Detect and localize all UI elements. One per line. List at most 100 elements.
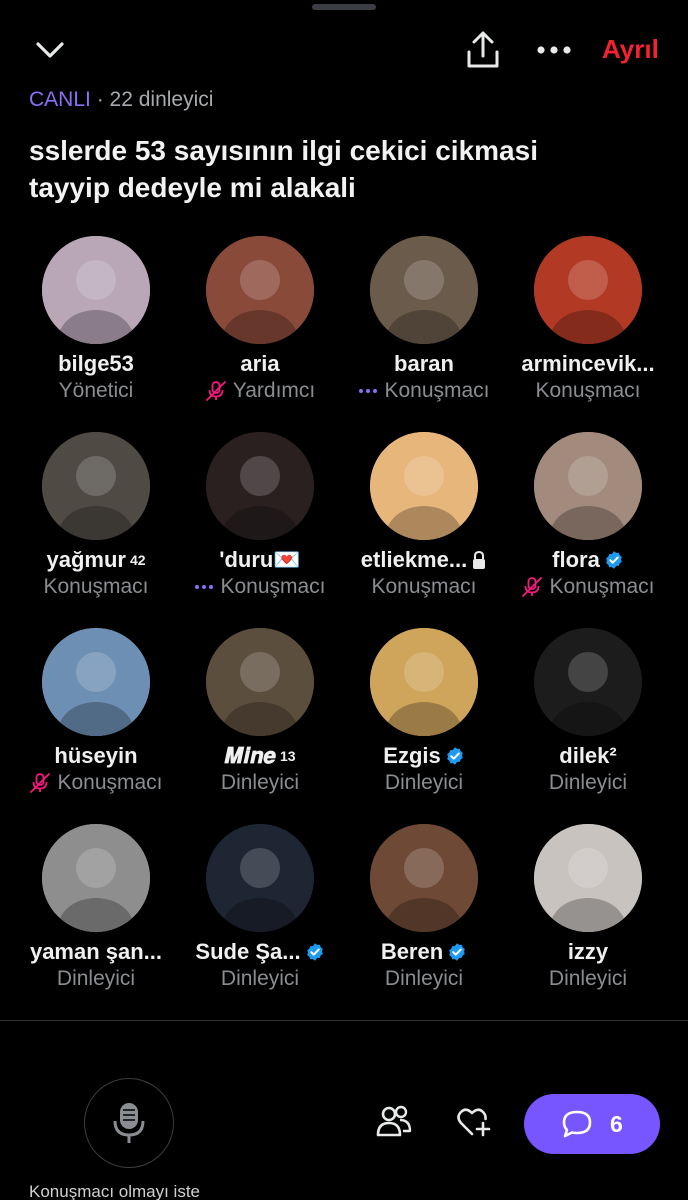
lock-icon <box>473 550 486 569</box>
participant-name: hüseyin <box>54 743 138 768</box>
avatar[interactable] <box>206 824 314 932</box>
space-title-line-1: sslerde 53 sayısının ilgi cekici cikmasi <box>29 135 538 166</box>
participant-role: Dinleyici <box>220 967 300 990</box>
avatar[interactable] <box>206 236 314 344</box>
avatar[interactable] <box>534 824 642 932</box>
avatar[interactable] <box>534 236 642 344</box>
avatar[interactable] <box>42 824 150 932</box>
mic-button[interactable] <box>84 1078 174 1168</box>
participant-role: Konuşmacı <box>535 379 641 402</box>
participant-name: bilge53 <box>58 351 134 376</box>
participants-button[interactable] <box>376 1104 412 1143</box>
participant-tile[interactable]: baran Konuşmacı <box>342 236 506 411</box>
more-button[interactable] <box>530 32 578 68</box>
participant-name-sup: 13 <box>280 748 296 764</box>
participant-name: baran <box>394 351 454 376</box>
participant-tile[interactable]: armincevik... Konuşmacı <box>506 236 670 411</box>
heart-plus-icon <box>457 1108 491 1137</box>
participant-tile[interactable]: 'duru💌 Konuşmacı <box>178 432 342 607</box>
participant-tile[interactable]: izzy Dinleyici <box>506 824 670 999</box>
share-icon <box>467 31 499 68</box>
avatar-image <box>206 824 314 932</box>
avatar[interactable] <box>206 432 314 540</box>
participant-name-row: baran <box>342 351 506 377</box>
participant-role-row: Konuşmacı <box>330 575 518 599</box>
avatar-image <box>206 236 314 344</box>
participant-name-row: aria <box>178 351 342 377</box>
chat-count: 6 <box>610 1111 623 1137</box>
mic-muted-icon <box>30 773 51 793</box>
participant-tile[interactable]: yağmur 42 Konuşmacı <box>14 432 178 607</box>
participant-tile[interactable]: yaman şan... Dinleyici <box>14 824 178 999</box>
participant-role-row: Konuşmacı <box>2 771 190 795</box>
participant-role: Dinleyici <box>384 967 464 990</box>
avatar-image <box>370 628 478 736</box>
participant-name: Sude Şa... <box>195 939 301 964</box>
space-title-line-2: tayyip dedeyle mi alakali <box>29 172 356 203</box>
participant-role: Konuşmacı <box>43 575 149 598</box>
sheet-grabber[interactable] <box>312 4 376 10</box>
participant-name-row: izzy <box>506 939 670 965</box>
chat-button[interactable]: 6 <box>524 1094 660 1154</box>
participant-role: Konuşmacı <box>384 379 490 402</box>
avatar-image <box>370 824 478 932</box>
avatar[interactable] <box>42 236 150 344</box>
more-icon <box>537 46 571 54</box>
avatar-image <box>370 432 478 540</box>
participant-role: Yönetici <box>58 379 134 402</box>
participant-name-row: 'duru💌 <box>178 547 342 573</box>
participant-role-row: Konuşmacı <box>330 379 518 403</box>
collapse-button[interactable] <box>30 32 70 68</box>
participant-name: etliekme... <box>360 547 468 572</box>
participant-tile[interactable]: etliekme... Konuşmacı <box>342 432 506 607</box>
participant-tile[interactable]: bilge53 Yönetici <box>14 236 178 411</box>
top-bar: Ayrıl <box>0 20 688 80</box>
avatar-image <box>42 432 150 540</box>
participant-role: Dinleyici <box>548 967 628 990</box>
participant-name-row: Beren <box>342 939 506 965</box>
participant-name-row: etliekme... <box>342 547 506 573</box>
avatar[interactable] <box>370 628 478 736</box>
participant-role: Konuşmacı <box>57 771 163 794</box>
participant-role: Dinleyici <box>220 771 300 794</box>
participant-tile[interactable]: flora Konuşmacı <box>506 432 670 607</box>
participant-name-row: armincevik... <box>506 351 670 377</box>
listener-count: · 22 dinleyici <box>96 88 214 111</box>
share-button[interactable] <box>462 28 504 72</box>
participant-role: Konuşmacı <box>549 575 655 598</box>
avatar[interactable] <box>42 432 150 540</box>
participant-role-row: Dinleyici <box>494 771 682 795</box>
participant-tile[interactable]: aria Yardımcı <box>178 236 342 411</box>
avatar[interactable] <box>206 628 314 736</box>
avatar[interactable] <box>370 824 478 932</box>
participant-name-row: bilge53 <box>14 351 178 377</box>
participant-tile[interactable]: Sude Şa... Dinleyici <box>178 824 342 999</box>
avatar[interactable] <box>42 628 150 736</box>
participant-role-row: Yardımcı <box>166 379 354 403</box>
participant-name: yaman şan... <box>29 939 163 964</box>
participant-name: Ezgis <box>383 743 441 768</box>
participant-role-row: Dinleyici <box>166 967 354 991</box>
participant-name-row: 𝑴𝒊𝒏𝒆 13 <box>178 743 342 769</box>
avatar[interactable] <box>370 432 478 540</box>
verified-badge-icon <box>606 551 622 569</box>
leave-button[interactable]: Ayrıl <box>602 34 659 65</box>
reaction-button[interactable] <box>456 1106 492 1143</box>
avatar-image <box>42 628 150 736</box>
participant-role: Yardımcı <box>232 379 316 402</box>
avatar[interactable] <box>534 628 642 736</box>
spaces-sheet: Ayrıl CANLI · 22 dinleyici sslerde 53 sa… <box>0 0 688 1200</box>
participant-name-row: hüseyin <box>14 743 178 769</box>
footer-divider <box>0 1020 688 1021</box>
avatar[interactable] <box>370 236 478 344</box>
participant-role: Dinleyici <box>548 771 628 794</box>
avatar[interactable] <box>534 432 642 540</box>
participant-tile[interactable]: hüseyin Konuşmacı <box>14 628 178 803</box>
participant-name-sup: 42 <box>129 552 146 568</box>
live-status: CANLI · 22 dinleyici <box>29 88 213 112</box>
participant-tile[interactable]: dilek² Dinleyici <box>506 628 670 803</box>
participant-tile[interactable]: Ezgis Dinleyici <box>342 628 506 803</box>
participant-tile[interactable]: 𝑴𝒊𝒏𝒆 13 Dinleyici <box>178 628 342 803</box>
participant-name-row: flora <box>506 547 670 573</box>
participant-tile[interactable]: Beren Dinleyici <box>342 824 506 999</box>
